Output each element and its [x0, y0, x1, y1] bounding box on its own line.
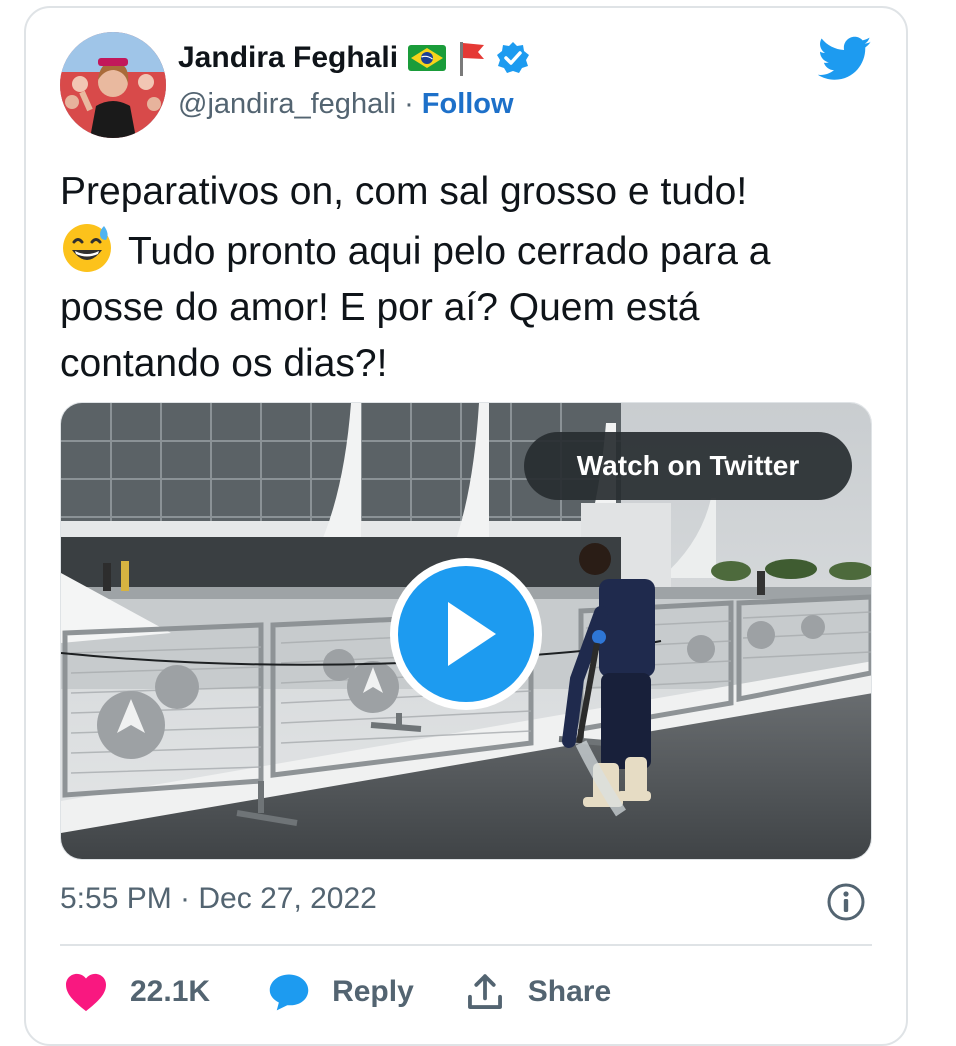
like-count: 22.1K [130, 975, 211, 1008]
share-button[interactable]: Share [466, 972, 611, 1012]
reply-bubble-icon [268, 972, 310, 1012]
info-icon[interactable] [826, 882, 866, 922]
heart-icon [64, 972, 108, 1012]
tweet-line-3: posse do amor! E por aí? Quem está [60, 286, 700, 329]
tweet-actions: 22.1K Reply Share [64, 966, 611, 1018]
tweet-text: Preparativos on, com sal grosso e tudo! … [60, 164, 880, 392]
tweet-line-2: Tudo pronto aqui pelo cerrado para a [128, 230, 771, 273]
tweet-line-4: contando os dias?! [60, 342, 388, 385]
share-label: Share [527, 975, 612, 1008]
reply-label: Reply [332, 975, 414, 1008]
brazil-flag-icon [408, 45, 447, 71]
author-handle[interactable]: @jandira_feghali [178, 88, 396, 121]
twitter-logo-icon[interactable] [817, 36, 872, 82]
red-flag-icon [456, 40, 486, 76]
tweet-timestamp[interactable]: 5:55 PM · Dec 27, 2022 [60, 882, 377, 916]
follow-button[interactable]: Follow [422, 88, 514, 121]
watch-on-twitter-button[interactable]: Watch on Twitter [524, 432, 852, 500]
tweet-line-1: Preparativos on, com sal grosso e tudo! [60, 170, 748, 213]
divider [60, 944, 872, 946]
play-button[interactable] [390, 558, 542, 710]
avatar[interactable] [60, 32, 166, 138]
handle-separator: · [404, 88, 414, 120]
reply-button[interactable]: Reply [268, 972, 414, 1012]
author-name[interactable]: Jandira Feghali [178, 41, 398, 75]
share-upload-icon [466, 972, 504, 1012]
play-icon [448, 602, 496, 666]
like-button[interactable]: 22.1K [64, 972, 210, 1012]
verified-badge-icon [496, 41, 530, 75]
sweat-smile-emoji-icon [60, 220, 114, 274]
author-name-row: Jandira Feghali [178, 40, 530, 76]
author-handle-row: @jandira_feghali · Follow [178, 88, 514, 121]
